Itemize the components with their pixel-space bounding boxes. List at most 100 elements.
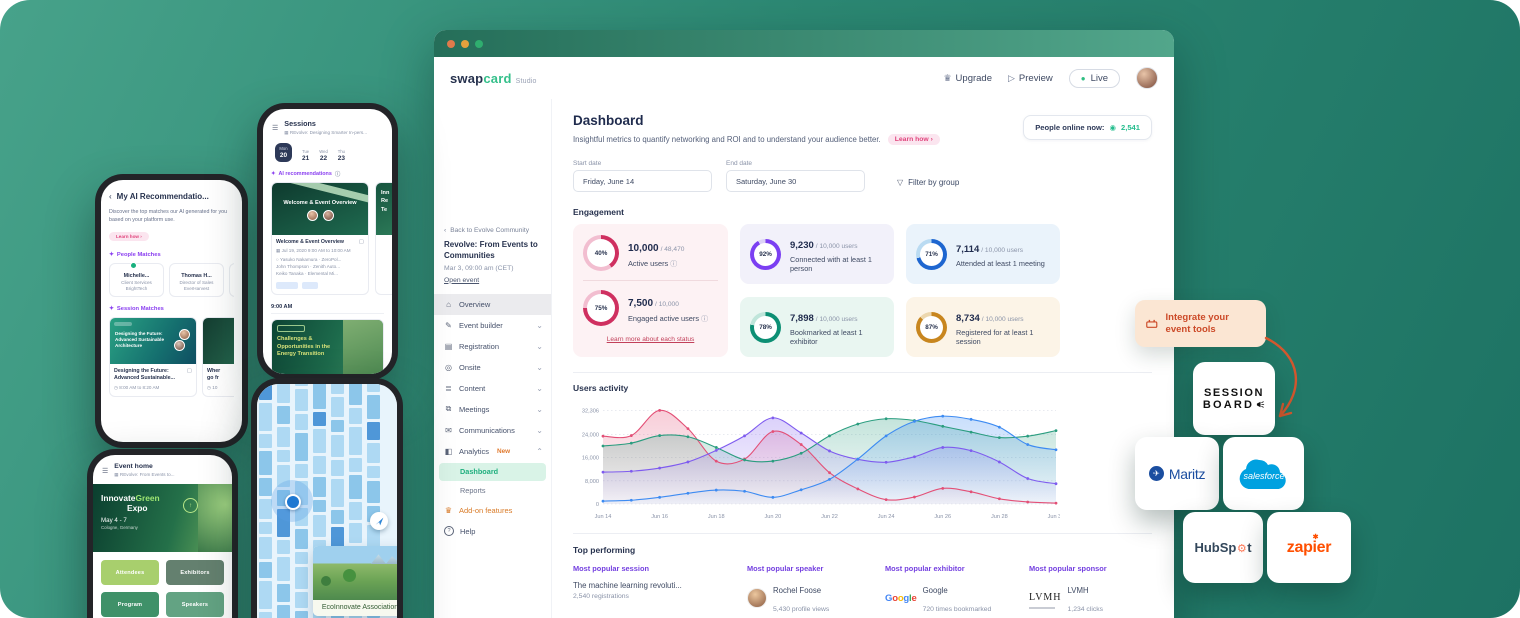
menu-icon[interactable]: ☰ [102,467,108,475]
info-icon[interactable]: ⓘ [670,261,677,268]
speaker-avatar [174,340,185,351]
stat-label: Active users [628,259,668,268]
sidebar-item-help[interactable]: ?Help [434,521,551,542]
registered-card: 87% 8,734/ 10,000 users Registered for a… [906,297,1060,357]
learn-how-link[interactable]: Learn how › [109,232,149,241]
session-tag-chip [114,322,132,326]
stat-value: 7,114 [956,244,979,255]
top-exhibitor-sub: 720 times bookmarked [923,606,992,613]
integrate-callout: Integrate your event tools [1135,300,1266,347]
map-block [313,429,326,453]
zapier-logo: zapier✱ [1287,539,1331,557]
sidebar-item-communications[interactable]: ✉Communications⌄ [434,420,551,441]
tag-chip[interactable] [302,282,318,289]
upgrade-button[interactable]: ♛Upgrade [943,73,992,84]
top-sponsor-name[interactable]: LVMH [1068,586,1089,595]
sidebar-item-meetings[interactable]: ⧉Meetings⌄ [434,399,551,420]
new-badge: New [497,448,510,455]
sidebar-item-overview[interactable]: ⌂Overview [434,294,551,315]
home-tile-program[interactable]: Program [101,592,159,617]
home-tile-attendees[interactable]: Attendees [101,560,159,585]
map-block [277,557,290,581]
active-users-card: 40% 10,000/ 48,470 Active usersⓘ 75% 7,5… [573,224,728,357]
tag-chip[interactable] [276,282,298,289]
svg-text:0: 0 [596,502,599,508]
megaphone-icon: ✉ [444,426,453,435]
badge-icon: ◎ [444,363,453,372]
zapier-logo-text: zapier [1287,539,1331,556]
day-dow: Mon [279,146,287,151]
poi-card[interactable]: EcoInnovate Association [313,546,397,616]
info-icon[interactable]: ⓘ [335,170,340,178]
tree-shape [321,576,331,586]
stat-label: Registered for at least 1 session [956,328,1050,347]
window-dot-2[interactable] [461,40,469,48]
day-tab-wed-22[interactable]: Wed22 [319,149,328,162]
home-tile-speakers[interactable]: Speakers [166,592,224,617]
people-online-badge: People online now: ◉ 2,541 [1023,115,1152,140]
day-num: 22 [320,155,327,162]
window-dot-3[interactable] [475,40,483,48]
top-session-title[interactable]: The machine learning revoluti... [573,581,725,590]
maritz-globe-icon: ✈ [1149,466,1164,481]
home-tile-exhibitors[interactable]: Exhibitors [166,560,224,585]
stat-label: Bookmarked at least 1 exhibitor [790,328,884,347]
day-tab-tue-21[interactable]: Tue21 [302,149,309,162]
user-avatar[interactable] [1136,67,1158,89]
session-title-fragment: go fr [207,375,219,381]
sidebar-item-content[interactable]: ≣Content⌄ [434,378,551,399]
phone-home-subtitle: REvolve: From Events to... [120,472,175,477]
live-toggle[interactable]: ●Live [1069,69,1120,88]
map-block [331,510,344,524]
sidebar-item-event-builder[interactable]: ✎Event builder⌄ [434,315,551,336]
end-date-input[interactable] [726,170,865,192]
sidebar-item-registration[interactable]: ▤Registration⌄ [434,336,551,357]
logo-card: card [483,71,511,86]
sidebar-item-dashboard[interactable]: Dashboard [439,463,546,481]
nav-label: Content [459,384,485,393]
upgrade-label: Upgrade [956,73,992,84]
speaker-avatar[interactable] [747,588,767,608]
session-match-card-clipped[interactable]: Whergo fr ◷ 10 [202,317,234,397]
top-speaker-name[interactable]: Rochel Foose [773,586,821,595]
hubspot-sprocket-icon: ⚙ [1237,542,1247,555]
learn-how-link[interactable]: Learn how › [888,134,940,145]
open-event-link[interactable]: Open event [434,272,551,294]
sidebar-item-addon-features[interactable]: ♛Add-on features [434,500,551,521]
recenter-button[interactable] [370,512,388,530]
preview-button[interactable]: ▷Preview [1008,73,1053,84]
session-card-energy[interactable]: Challenges & Opportunities in the Energy… [271,319,384,374]
sidebar-item-onsite[interactable]: ◎Onsite⌄ [434,357,551,378]
info-icon[interactable]: ⓘ [701,316,708,323]
recommended-session-card[interactable]: Welcome & Event Overview ▢ Welcome & Eve… [271,182,369,295]
bookmarked-donut: 78% [750,312,781,343]
back-icon[interactable]: ‹ [109,192,112,201]
menu-icon[interactable]: ☰ [272,124,278,132]
speaker-avatar [307,210,318,221]
learn-more-statuses-link[interactable]: Learn more about each status [583,336,718,343]
day-tab-thu-23[interactable]: Thu23 [338,149,345,162]
person-match-card[interactable]: Thomas H... Director of Sales EverHarves… [169,263,224,297]
person-match-card[interactable]: Michelle... Client Services BrightTech [109,263,164,297]
bookmark-icon[interactable]: ▢ [359,239,364,245]
stat-value: 8,734 [956,313,980,324]
window-dot-1[interactable] [447,40,455,48]
person-match-card-clipped[interactable] [229,263,234,297]
recommended-session-card-clipped[interactable]: InnReTe [375,182,392,295]
bookmarked-card: 78% 7,898/ 10,000 users Bookmarked at le… [740,297,894,357]
sidebar-item-analytics[interactable]: ◧AnalyticsNew⌃ [434,441,551,462]
map-block [367,443,380,463]
expo-arrow-logo-icon: ↑ [183,498,198,513]
filter-by-group-button[interactable]: ▽Filter by group [897,178,959,187]
back-to-community-link[interactable]: ‹Back to Evolve Community [434,227,551,234]
session-title: Welcome & Event Overview [276,239,364,246]
map-block [259,478,272,496]
day-tab-mon-20[interactable]: Mon20 [275,143,292,162]
session-match-card[interactable]: Designing the Future: Advanced Sustainab… [109,317,197,397]
session-title-fragment: Wher [207,368,220,374]
map-block [277,540,290,554]
top-exhibitor-name[interactable]: Google [923,586,948,595]
start-date-input[interactable] [573,170,712,192]
sidebar-item-reports[interactable]: Reports [434,482,551,500]
bookmark-icon[interactable]: ▢ [187,368,192,374]
